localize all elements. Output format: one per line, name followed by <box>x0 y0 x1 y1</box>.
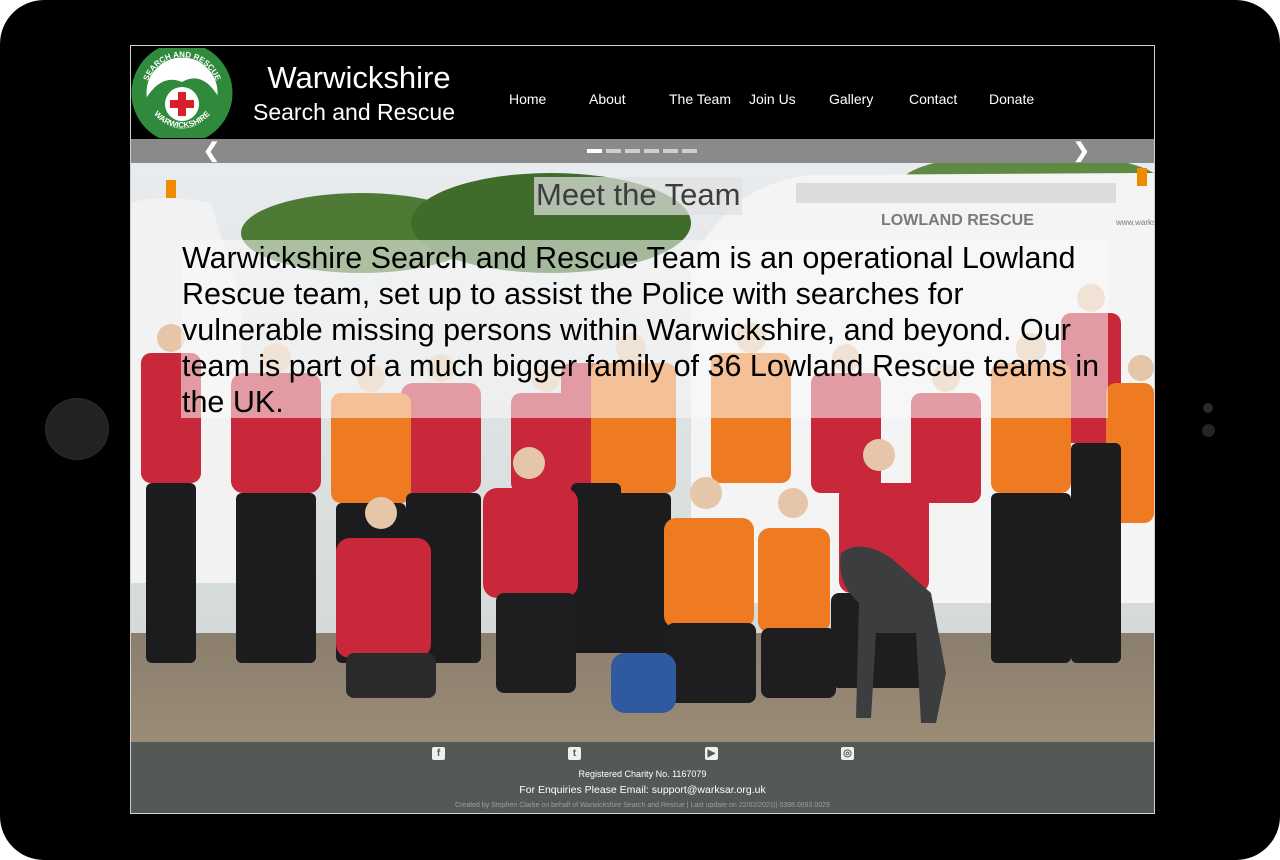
slideshow-controls: ❮ ❯ <box>131 139 1154 163</box>
charity-number: Registered Charity No. 1167079 <box>578 769 707 779</box>
tablet-home-button[interactable] <box>45 398 109 460</box>
slide-indicators <box>587 149 697 153</box>
van-lettering: LOWLAND RESCUE <box>881 212 1034 229</box>
enquiry-email[interactable]: For Enquiries Please Email: support@wark… <box>131 784 1154 797</box>
slide-dot-1[interactable] <box>587 149 602 153</box>
tablet-frame: SEARCH AND RESCUE WARWICKSHIRE Warwicksh… <box>0 0 1280 860</box>
web-page: SEARCH AND RESCUE WARWICKSHIRE Warwicksh… <box>130 45 1155 814</box>
site-credit: Created by Stephen Clarke on behalf of W… <box>455 802 830 809</box>
sensor-dot <box>1202 424 1215 437</box>
nav-join-us[interactable]: Join Us <box>749 91 796 107</box>
slide-dot-2[interactable] <box>606 149 621 153</box>
nav-about[interactable]: About <box>589 91 626 107</box>
site-subtitle: Search and Rescue <box>252 99 455 125</box>
site-logo[interactable]: SEARCH AND RESCUE WARWICKSHIRE <box>131 48 233 138</box>
hero-heading: Meet the Team <box>534 177 743 215</box>
nav-gallery[interactable]: Gallery <box>829 91 873 107</box>
nav-the-team[interactable]: The Team <box>669 91 731 107</box>
slide-next-arrow-icon[interactable]: ❯ <box>1073 139 1090 163</box>
youtube-icon[interactable]: ▶ <box>705 747 718 760</box>
site-header: SEARCH AND RESCUE WARWICKSHIRE Warwicksh… <box>131 46 1154 139</box>
hero-slide: LOWLAND RESCUE www.warks Meet the Team W… <box>131 163 1154 742</box>
slide-dot-4[interactable] <box>644 149 659 153</box>
camera-dot <box>1203 403 1213 413</box>
site-title: Warwickshire <box>267 60 451 95</box>
hero-intro-text: Warwickshire Search and Rescue Team is a… <box>181 240 1108 419</box>
nav-donate[interactable]: Donate <box>989 91 1034 107</box>
twitter-icon[interactable]: t <box>568 747 581 760</box>
site-footer: f t ▶ ◎ Registered Charity No. 1167079 F… <box>131 742 1154 813</box>
slide-dot-5[interactable] <box>663 149 678 153</box>
slide-prev-arrow-icon[interactable]: ❮ <box>203 139 220 163</box>
facebook-icon[interactable]: f <box>432 747 445 760</box>
nav-contact[interactable]: Contact <box>909 91 957 107</box>
van-url: www.warks <box>1115 218 1154 227</box>
slide-dot-3[interactable] <box>625 149 640 153</box>
slide-dot-6[interactable] <box>682 149 697 153</box>
instagram-icon[interactable]: ◎ <box>841 747 854 760</box>
nav-home[interactable]: Home <box>509 91 546 107</box>
